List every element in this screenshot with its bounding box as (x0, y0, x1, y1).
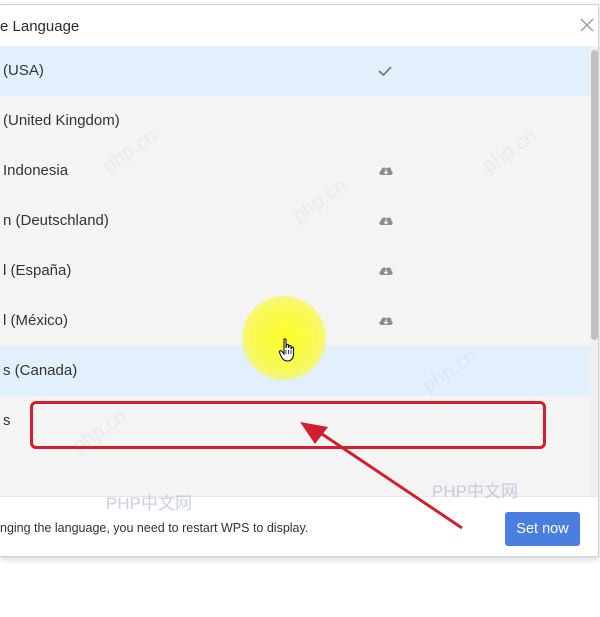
language-item-deutschland[interactable]: n (Deutschland) (0, 196, 590, 246)
cloud-download-icon[interactable] (377, 212, 395, 230)
dialog-title-bar: e Language (0, 5, 598, 48)
list-scrollbar[interactable] (590, 46, 598, 496)
language-label: Indonesia (3, 162, 69, 179)
language-label: n (Deutschland) (3, 212, 109, 229)
close-icon[interactable] (579, 17, 595, 33)
set-now-button[interactable]: Set now (505, 512, 580, 546)
language-dialog: e Language (USA) (United Kingdom) Indone… (0, 4, 599, 557)
language-item-indonesia[interactable]: Indonesia (0, 146, 590, 196)
language-list: (USA) (United Kingdom) Indonesia n (Deut… (0, 46, 590, 496)
language-label: s (3, 412, 11, 429)
dialog-footer: nging the language, you need to restart … (0, 496, 598, 556)
language-item-espana[interactable]: l (España) (0, 246, 590, 296)
cloud-download-icon[interactable] (377, 262, 395, 280)
scrollbar-thumb[interactable] (591, 50, 598, 340)
language-item-target[interactable]: s (0, 396, 590, 446)
restart-notice: nging the language, you need to restart … (0, 521, 309, 535)
cloud-download-icon[interactable] (377, 312, 395, 330)
language-item-uk[interactable]: (United Kingdom) (0, 96, 590, 146)
hand-cursor-icon (278, 338, 295, 362)
dialog-title: e Language (0, 18, 80, 35)
cloud-download-icon[interactable] (377, 162, 395, 180)
language-label: (USA) (3, 62, 44, 79)
language-item-usa[interactable]: (USA) (0, 46, 590, 96)
language-label: l (México) (3, 312, 69, 329)
language-label: s (Canada) (3, 362, 78, 379)
checkmark-icon (378, 66, 392, 77)
language-label: l (España) (3, 262, 72, 279)
language-label: (United Kingdom) (3, 112, 120, 129)
